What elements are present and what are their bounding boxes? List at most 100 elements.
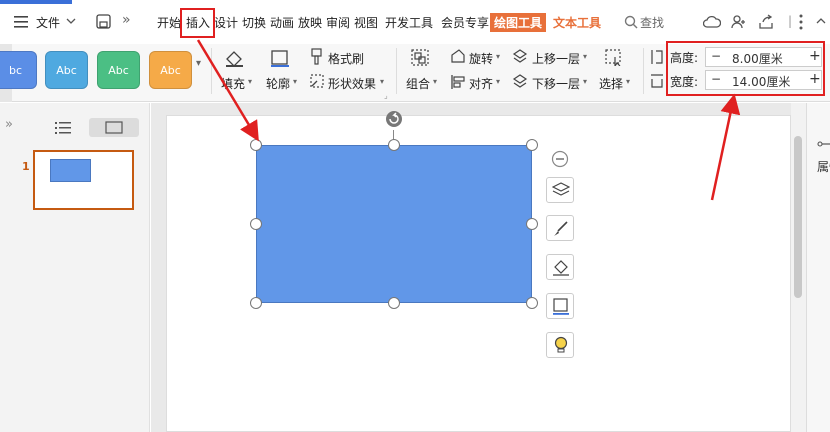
outline-dropdown-icon[interactable]: ▾ [293,77,297,86]
resize-handle-top-left[interactable] [250,139,262,151]
bring-forward-dropdown-icon[interactable]: ▾ [583,52,587,61]
rectangle-shape[interactable] [256,145,532,303]
tab-review[interactable]: 审阅 [326,14,350,31]
slide-thumbnail-panel: » 1 [0,103,150,432]
select-dropdown-icon[interactable]: ▾ [626,77,630,86]
height-icon [651,50,663,64]
tab-drawing-tools[interactable]: 绘图工具 [490,13,547,32]
tab-view[interactable]: 视图 [354,14,378,31]
resize-handle-top[interactable] [388,139,400,151]
slide-view-toggle[interactable] [89,118,139,137]
tab-home[interactable]: 开始 [157,14,181,31]
ribbon-toolbar: ‹ bc Abc Abc Abc ▾ 填充 ▾ 轮廓 ▾ 格式刷 形状效果 ▾ … [0,41,830,102]
slide-view-icon [105,121,123,134]
thumbnail-shape [50,159,91,182]
brush-icon [554,221,568,236]
cloud-icon[interactable] [703,14,721,30]
tab-member[interactable]: 会员专享 [441,14,489,31]
separator [396,48,397,94]
properties-icon[interactable] [817,140,830,152]
chevron-down-icon[interactable] [66,17,76,25]
separator [211,48,212,94]
fill-dropdown-icon[interactable]: ▾ [248,77,252,86]
slide-thumbnail[interactable] [33,150,134,210]
smart-tip-button[interactable] [546,332,574,358]
vertical-scrollbar-track[interactable] [791,103,806,432]
share-user-icon[interactable] [731,14,747,30]
save-icon[interactable] [96,14,112,30]
select-label[interactable]: 选择 [599,75,623,92]
send-backward-icon[interactable] [512,73,528,91]
collapse-ribbon-icon[interactable] [816,16,826,26]
search-icon[interactable] [624,15,638,29]
align-icon[interactable] [450,73,466,91]
vertical-scrollbar-thumb[interactable] [794,136,802,298]
expand-panel-icon[interactable]: » [5,117,13,132]
rotate-dropdown-icon[interactable]: ▾ [496,52,500,61]
tab-developer[interactable]: 开发工具 [385,14,433,31]
shape-effects-label[interactable]: 形状效果 [328,75,376,92]
menu-bar: 文件 » 开始 插入 设计 切换 动画 放映 审阅 视图 开发工具 会员专享 绘… [0,0,830,44]
fill-icon[interactable] [224,49,244,67]
outline-view-icon[interactable] [55,121,71,134]
bring-forward-icon[interactable] [512,48,528,66]
slide-number: 1 [22,160,30,173]
tab-design[interactable]: 设计 [214,14,238,31]
tab-slideshow[interactable]: 放映 [298,14,322,31]
resize-handle-left[interactable] [250,218,262,230]
outline-icon[interactable] [270,49,290,67]
style-gallery-more[interactable]: ▾ [196,58,201,69]
width-icon [651,74,663,88]
fill-float-button[interactable] [546,254,574,280]
fill-label[interactable]: 填充 [221,75,245,92]
shape-style-2[interactable]: Abc [45,51,88,89]
send-backward-label[interactable]: 下移一层 [532,75,580,92]
format-painter-label[interactable]: 格式刷 [328,50,364,67]
resize-handle-bottom[interactable] [388,297,400,309]
outline-float-button[interactable] [546,293,574,319]
layers-icon [552,182,570,196]
shape-style-4[interactable]: Abc [149,51,192,89]
format-painter-icon[interactable] [310,48,324,66]
separator [643,48,644,94]
rotate-handle-icon[interactable] [385,110,403,128]
resize-handle-top-right[interactable] [526,139,538,151]
group-icon[interactable] [410,48,430,66]
group-dropdown-icon[interactable]: ▾ [433,77,437,86]
file-menu[interactable]: 文件 [36,14,60,31]
resize-handle-bottom-left[interactable] [250,297,262,309]
hamburger-icon[interactable] [14,16,30,28]
rotate-label[interactable]: 旋转 [469,50,493,67]
slide[interactable] [166,111,791,432]
tab-transition[interactable]: 切换 [242,14,266,31]
more-options-icon[interactable] [799,14,803,30]
group-label[interactable]: 组合 [406,75,430,92]
rotate-icon[interactable] [450,48,466,66]
shape-effects-icon[interactable] [309,73,325,91]
line-color-button[interactable] [546,215,574,241]
search-label[interactable]: 查找 [640,14,664,31]
shape-effects-dropdown-icon[interactable]: ▾ [380,77,384,86]
bring-forward-label[interactable]: 上移一层 [532,50,580,67]
align-label[interactable]: 对齐 [469,75,493,92]
tab-text-tools[interactable]: 文本工具 [553,14,601,31]
export-icon[interactable] [758,14,774,30]
shape-style-1[interactable]: bc [0,51,37,89]
tab-animation[interactable]: 动画 [270,14,294,31]
send-backward-dropdown-icon[interactable]: ▾ [583,77,587,86]
shape-style-3[interactable]: Abc [97,51,140,89]
dialog-launcher-icon[interactable]: ⌟ [384,91,388,100]
more-icon[interactable]: » [122,12,131,28]
active-indicator [0,0,72,4]
layer-button[interactable] [546,177,574,203]
outline-label[interactable]: 轮廓 [266,75,290,92]
annotation-box-insert [180,8,215,38]
collapse-float-icon[interactable] [551,150,569,168]
align-dropdown-icon[interactable]: ▾ [496,77,500,86]
select-icon[interactable] [604,48,624,66]
resize-handle-bottom-right[interactable] [526,297,538,309]
outline-square-icon [553,298,569,315]
fill-bucket-icon [553,260,569,276]
resize-handle-right[interactable] [526,218,538,230]
properties-label[interactable]: 属性 [817,158,830,175]
